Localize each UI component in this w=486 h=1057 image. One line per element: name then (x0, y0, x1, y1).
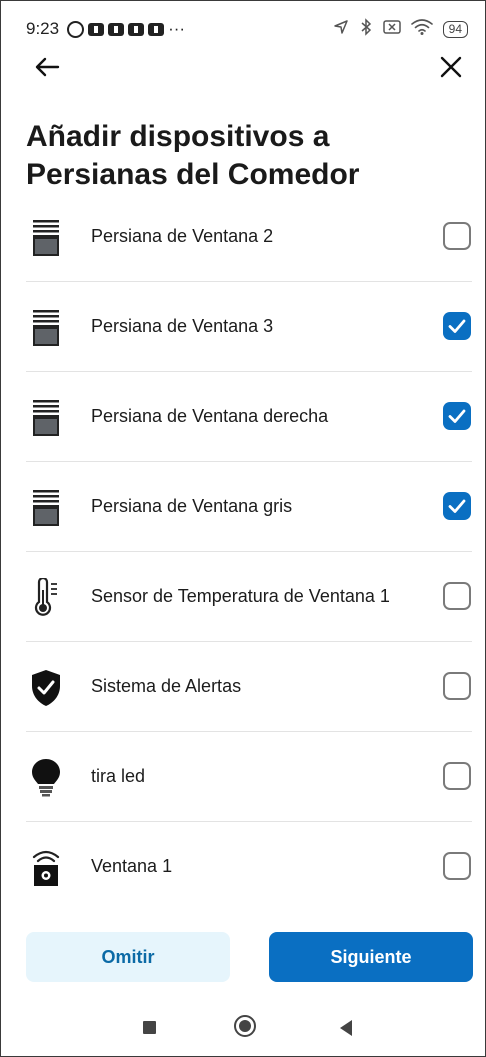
device-checkbox[interactable] (443, 852, 471, 880)
device-label: Sensor de Temperatura de Ventana 1 (91, 586, 390, 606)
notification-app-icon (108, 22, 125, 36)
notification-app-icon (88, 22, 105, 36)
status-bar: 9:23 ··· 94 (26, 14, 468, 44)
device-checkbox[interactable] (443, 762, 471, 790)
skip-button[interactable]: Omitir (26, 932, 230, 982)
device-label: Persiana de Ventana 2 (91, 226, 274, 246)
wifi-icon (410, 19, 433, 39)
blind-icon (26, 488, 66, 528)
device-row[interactable]: Ventana 1 (0, 822, 486, 912)
device-row[interactable]: Persiana de Ventana 3 (0, 282, 486, 372)
system-nav-bar (0, 1012, 486, 1044)
home-icon[interactable] (234, 1015, 256, 1037)
device-label: Persiana de Ventana derecha (91, 406, 329, 426)
device-checkbox[interactable] (443, 582, 471, 610)
blind-icon (26, 218, 66, 258)
notification-app-icon (128, 22, 145, 36)
top-bar (0, 50, 486, 90)
device-label: Sistema de Alertas (91, 676, 242, 696)
device-label: Persiana de Ventana gris (91, 496, 293, 516)
shield-check-icon (26, 668, 66, 708)
device-row[interactable]: Persiana de Ventana derecha (0, 372, 486, 462)
page-title: Añadir dispositivos a Persianas del Come… (26, 120, 360, 191)
close-icon[interactable] (438, 54, 464, 80)
back-arrow-icon[interactable] (32, 52, 62, 82)
device-label: Ventana 1 (91, 856, 173, 876)
contact-sensor-icon (26, 848, 66, 888)
bluetooth-icon (359, 18, 373, 40)
bulb-icon (26, 758, 66, 798)
device-checkbox[interactable] (443, 222, 471, 250)
device-row[interactable]: tira led (0, 732, 486, 822)
recent-apps-icon[interactable] (143, 1021, 156, 1034)
back-nav-icon[interactable] (340, 1020, 352, 1036)
device-row[interactable]: Sistema de Alertas (0, 642, 486, 732)
device-checkbox[interactable] (443, 492, 471, 520)
device-row[interactable]: Sensor de Temperatura de Ventana 1 (0, 552, 486, 642)
blind-icon (26, 308, 66, 348)
device-list: Persiana de Ventana 2 Persiana de Ventan… (0, 192, 486, 912)
device-checkbox[interactable] (443, 402, 471, 430)
device-checkbox[interactable] (443, 672, 471, 700)
battery-indicator: 94 (442, 20, 468, 38)
status-time: 9:23 (26, 19, 60, 38)
device-row[interactable]: Persiana de Ventana 2 (0, 192, 486, 282)
thermometer-icon (26, 578, 66, 618)
notification-app-icon (148, 22, 165, 36)
location-icon (333, 19, 349, 39)
sim-icon (382, 19, 401, 39)
device-label: Persiana de Ventana 3 (91, 316, 274, 336)
next-button[interactable]: Siguiente (269, 932, 473, 982)
blind-icon (26, 398, 66, 438)
device-checkbox[interactable] (443, 312, 471, 340)
device-row[interactable]: Persiana de Ventana gris (0, 462, 486, 552)
more-notifications: ··· (168, 19, 186, 38)
notification-ring-icon (67, 20, 85, 38)
device-label: tira led (91, 766, 146, 786)
